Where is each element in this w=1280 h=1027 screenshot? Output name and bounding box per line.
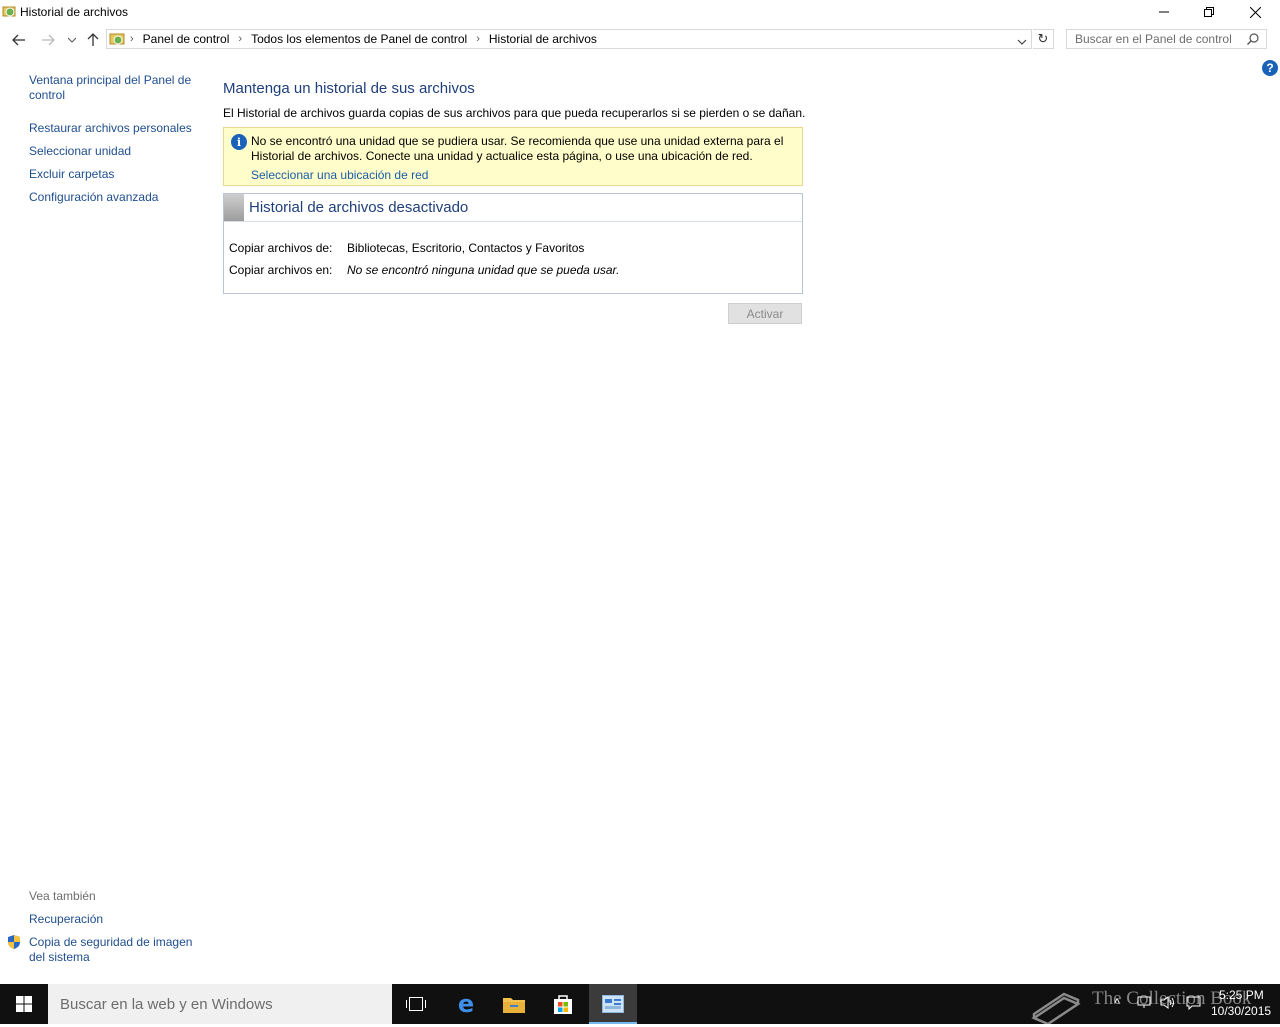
network-icon[interactable] (1137, 996, 1151, 1012)
window-title: Historial de archivos (20, 5, 129, 19)
clock-time[interactable]: 5:25 PM (1219, 988, 1264, 1002)
start-button[interactable] (0, 984, 48, 1024)
close-icon (1249, 6, 1261, 18)
control-panel-taskbar-icon (589, 984, 637, 1024)
minimize-button[interactable] (1141, 0, 1187, 24)
breadcrumb-separator-icon[interactable]: › (238, 33, 242, 45)
see-also-link-system-image-backup[interactable]: Copia de seguridad de imagen del sistema (29, 935, 199, 965)
page-description: El Historial de archivos guarda copias d… (223, 106, 806, 120)
control-panel-icon (109, 31, 125, 50)
chevron-down-icon (1017, 39, 1027, 45)
search-placeholder: Buscar en el Panel de control (1075, 32, 1232, 46)
breadcrumb-separator-icon: › (130, 33, 134, 45)
task-view-icon (406, 997, 426, 1011)
help-icon[interactable]: ? (1262, 60, 1278, 76)
breadcrumb-item-all-items[interactable]: Todos los elementos de Panel de control (251, 32, 467, 46)
notifications-icon[interactable] (1186, 996, 1201, 1013)
store-button[interactable] (539, 984, 587, 1024)
breadcrumb-separator-icon[interactable]: › (476, 33, 480, 45)
sidebar-link-select-drive[interactable]: Seleccionar unidad (29, 144, 131, 159)
taskbar-search-placeholder: Buscar en la web y en Windows (60, 996, 273, 1013)
chevron-down-icon (68, 37, 76, 43)
up-button[interactable] (83, 30, 103, 50)
restore-icon (1204, 7, 1214, 17)
edge-button[interactable]: e (442, 984, 490, 1024)
folder-icon (503, 998, 525, 1013)
status-indicator (224, 194, 244, 221)
clock-date[interactable]: 10/30/2015 (1211, 1004, 1271, 1018)
info-icon: i (231, 134, 247, 150)
copy-from-label: Copiar archivos de: (229, 241, 333, 255)
breadcrumb: › Panel de control › Todos los elementos… (130, 32, 597, 46)
copy-from-value: Bibliotecas, Escritorio, Contactos y Fav… (347, 241, 585, 255)
restore-button[interactable] (1186, 0, 1232, 24)
shield-icon (6, 934, 22, 953)
breadcrumb-item-file-history[interactable]: Historial de archivos (489, 32, 597, 46)
file-history-icon (2, 4, 16, 18)
sidebar-link-restore-files[interactable]: Restaurar archivos personales (29, 121, 192, 136)
refresh-icon: ↻ (1037, 31, 1049, 46)
status-title: Historial de archivos desactivado (249, 199, 469, 216)
sidebar-link-advanced-settings[interactable]: Configuración avanzada (29, 190, 158, 205)
close-button[interactable] (1232, 0, 1278, 24)
sidebar-link-control-panel-home[interactable]: Ventana principal del Panel de control (29, 73, 199, 103)
arrow-right-icon (42, 34, 55, 46)
arrow-left-icon (12, 34, 25, 46)
page-title: Mantenga un historial de sus archivos (223, 80, 475, 97)
address-dropdown-button[interactable] (1017, 35, 1027, 49)
book-watermark-icon (1030, 984, 1082, 1027)
copy-to-label: Copiar archivos en: (229, 263, 333, 277)
arrow-up-icon (87, 33, 99, 46)
store-bag-icon (554, 995, 572, 1014)
warning-text: No se encontró una unidad que se pudiera… (251, 134, 784, 163)
recent-locations-button[interactable] (62, 30, 82, 50)
minimize-icon (1159, 11, 1169, 13)
edge-icon: e (457, 990, 475, 1018)
see-also-label: Vea también (29, 889, 96, 903)
back-button[interactable] (9, 30, 29, 50)
title-bar (0, 0, 1280, 24)
search-icon[interactable] (1247, 33, 1259, 48)
windows-logo-icon (16, 996, 32, 1012)
see-also-link-recovery[interactable]: Recuperación (29, 912, 103, 927)
sidebar-link-exclude-folders[interactable]: Excluir carpetas (29, 167, 114, 182)
breadcrumb-item-panel[interactable]: Panel de control (143, 32, 230, 46)
copy-to-value: No se encontró ninguna unidad que se pue… (347, 263, 620, 277)
select-network-location-link[interactable]: Seleccionar una ubicación de red (251, 168, 428, 182)
tray-overflow-icon[interactable]: ^ (1114, 996, 1120, 1011)
forward-button[interactable] (38, 30, 58, 50)
activate-button[interactable]: Activar (728, 303, 802, 324)
task-view-button[interactable] (392, 984, 440, 1024)
file-explorer-button[interactable] (490, 984, 538, 1024)
refresh-button[interactable]: ↻ (1033, 29, 1054, 49)
volume-icon[interactable] (1160, 996, 1176, 1012)
